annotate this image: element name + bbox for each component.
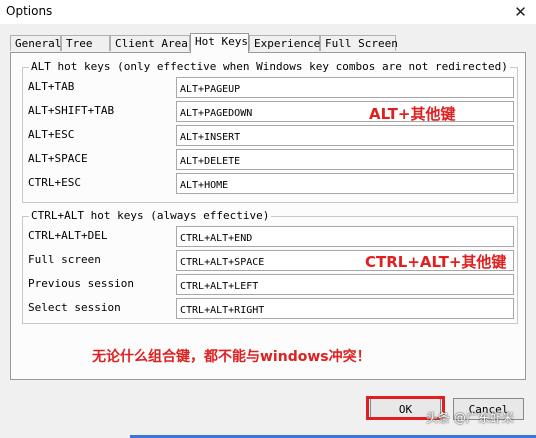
- ctrl-esc-field[interactable]: [176, 173, 514, 194]
- tab-client-area[interactable]: Client Area: [110, 35, 190, 51]
- alt-space-label: ALT+SPACE: [28, 152, 88, 165]
- ctrl-alt-annotation: CTRL+ALT+其他键: [365, 253, 507, 271]
- tab-full-screen[interactable]: Full Screen: [320, 35, 398, 51]
- title-bar: Options ✕: [0, 0, 536, 24]
- alt-space-field[interactable]: [176, 149, 514, 170]
- tab-hot-keys[interactable]: Hot Keys: [190, 33, 249, 53]
- ctrl-alt-del-label: CTRL+ALT+DEL: [28, 229, 108, 242]
- tab-general[interactable]: General: [10, 35, 61, 51]
- alt-tab-label: ALT+TAB: [28, 80, 75, 93]
- alt-shift-tab-field[interactable]: [176, 101, 514, 122]
- watermark: 头条 @广东虾米: [426, 411, 514, 425]
- tab-tree[interactable]: Tree: [61, 35, 110, 51]
- previous-session-label: Previous session: [28, 277, 134, 290]
- window-title: Options: [6, 4, 53, 18]
- full-screen-label: Full screen: [28, 253, 101, 266]
- bottom-annotation: 无论什么组合键，都不能与windows冲突！: [92, 349, 371, 365]
- previous-session-field[interactable]: [176, 274, 514, 295]
- alt-hotkeys-legend: ALT hot keys (only effective when Window…: [29, 60, 510, 73]
- ctrl-esc-label: CTRL+ESC: [28, 176, 81, 189]
- alt-esc-field[interactable]: [176, 125, 514, 146]
- ctrl-alt-hotkeys-legend: CTRL+ALT hot keys (always effective): [29, 209, 272, 222]
- alt-esc-label: ALT+ESC: [28, 128, 75, 141]
- select-session-label: Select session: [28, 301, 121, 314]
- ctrl-alt-del-field[interactable]: [176, 226, 514, 247]
- alt-shift-tab-label: ALT+SHIFT+TAB: [28, 104, 115, 117]
- alt-annotation: ALT+其他键: [369, 105, 456, 123]
- tab-experience[interactable]: Experience: [249, 35, 320, 51]
- select-session-field[interactable]: [176, 298, 514, 319]
- alt-tab-field[interactable]: [176, 77, 514, 98]
- close-icon[interactable]: ✕: [505, 0, 536, 24]
